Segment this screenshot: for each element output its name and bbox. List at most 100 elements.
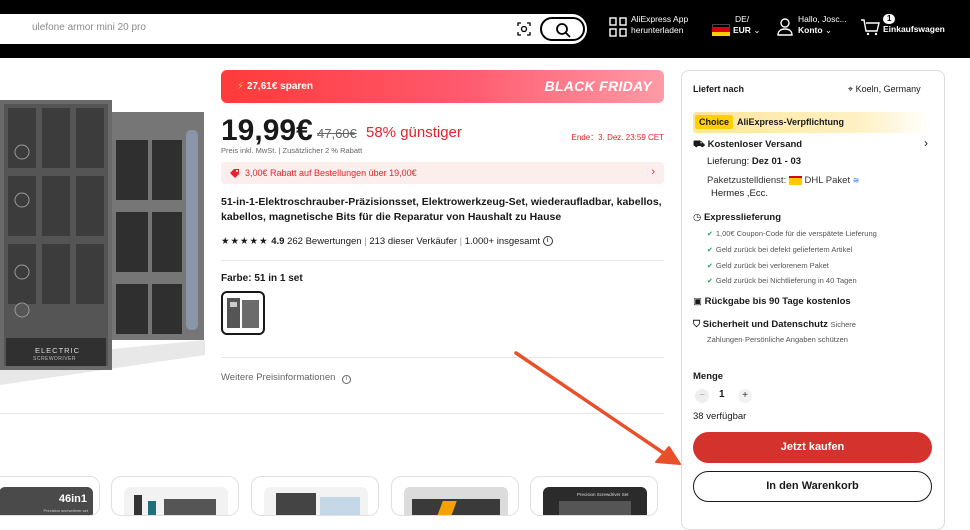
carrier-name: DHL Paket	[804, 175, 851, 186]
clock-icon: ◷	[693, 212, 702, 223]
discount-label: 58% günstiger	[366, 124, 462, 141]
reviews-link[interactable]: 262 Bewertungen	[287, 236, 361, 247]
black-friday-banner: ⚡ 27,61€ sparen BLACK FRIDAY	[221, 70, 664, 103]
color-label: Farbe: 51 in 1 set	[221, 273, 303, 284]
section-divider	[0, 413, 664, 414]
color-swatch-51-in-1[interactable]	[221, 291, 265, 335]
germany-flag-icon	[712, 24, 730, 36]
security-line-1: Sichere	[830, 320, 856, 329]
related-product-card[interactable]	[111, 476, 239, 516]
sale-end-time: Ende：3. Dez. 23:59 CET	[571, 133, 665, 142]
check-icon: ✔	[707, 247, 713, 254]
carrier-prefix: Paketzustelldienst:	[707, 175, 789, 186]
image-brand-subtext: SCREWDRIVER	[33, 356, 77, 362]
location-pin-icon: ⌖	[848, 84, 854, 94]
chevron-down-icon: ⌄	[753, 25, 761, 35]
rating-value: 4.9	[271, 236, 285, 247]
app-line-1: AliExpress App	[631, 14, 689, 24]
returns-title: Rückgabe bis 90 Tage kostenlos	[704, 296, 851, 307]
buy-now-button[interactable]: Jetzt kaufen	[693, 432, 932, 463]
dhl-logo-icon	[788, 175, 802, 185]
savings-text: 27,61€ sparen	[246, 81, 313, 92]
security-title: Sicherheit und Datenschutz	[702, 319, 828, 330]
cart-label: Einkaufswagen	[883, 24, 945, 34]
search-input[interactable]: ulefone armor mini 20 pro	[32, 22, 146, 33]
chevron-right-icon: ›	[924, 136, 928, 150]
sold-by-seller: 213 dieser Verkäufer	[369, 236, 457, 247]
info-icon[interactable]: i	[542, 236, 553, 247]
signal-icon: ≋	[852, 176, 860, 185]
search-bar: ulefone armor mini 20 pro	[0, 14, 587, 44]
delivery-dates: Dez 01 - 03	[751, 156, 802, 167]
current-price: 19,99€	[221, 114, 313, 147]
card-sublabel: Precision screwdriver set	[43, 508, 88, 513]
more-price-info-link[interactable]: Weitere Preisinformationen i	[221, 372, 352, 384]
sold-total: 1.000+ insgesamt	[464, 236, 541, 247]
product-title: 51-in-1-Elektroschrauber-Präzisionsset, …	[221, 196, 662, 223]
coupon-banner[interactable]: 3,00€ Rabatt auf Bestellungen über 19,00…	[221, 162, 664, 184]
locale-line-2: EUR	[733, 25, 751, 35]
account-label: Konto	[798, 25, 823, 35]
related-product-card[interactable]	[391, 476, 519, 516]
quantity-decrease-button[interactable]: −	[695, 389, 709, 403]
coupon-text: 3,00€ Rabatt auf Bestellungen über 19,00…	[245, 168, 417, 178]
lightning-icon: ⚡	[237, 81, 245, 92]
original-price: 47,60€	[317, 126, 357, 141]
check-icon: ✔	[707, 263, 713, 270]
choice-badge: Choice	[695, 115, 734, 129]
express-item: Geld zurück bei Nichtlieferung in 40 Tag…	[715, 276, 857, 285]
truck-icon: ⛟	[693, 139, 705, 150]
check-icon: ✔	[707, 231, 713, 238]
quantity-increase-button[interactable]: +	[738, 389, 752, 403]
more-price-info-label: Weitere Preisinformationen	[221, 372, 336, 383]
event-label: BLACK FRIDAY	[544, 78, 652, 94]
express-item: 1,00€ Coupon-Code für die verspätete Lie…	[715, 229, 877, 238]
locale-line-1: DE/	[735, 14, 750, 24]
available-stock: 38 verfügbar	[693, 411, 747, 422]
product-main-image[interactable]: ELECTRIC SCREWDRIVER	[0, 100, 205, 400]
info-icon: i	[342, 375, 352, 384]
quantity-value[interactable]: 1	[719, 389, 725, 400]
qr-code-icon	[609, 17, 627, 37]
divider	[221, 357, 664, 358]
express-item: Geld zurück bei defekt geliefertem Artik…	[715, 245, 853, 254]
ship-to-label: Liefert nach	[693, 84, 745, 94]
rating-row: ★★★★★ 4.9 262 Bewertungen | 213 dieser V…	[221, 236, 553, 247]
free-shipping-title: Kostenloser Versand	[707, 139, 803, 150]
related-product-card[interactable]: 46in1 Precision screwdriver set	[0, 476, 100, 516]
add-to-cart-button[interactable]: In den Warenkorb	[693, 471, 932, 502]
image-search-icon[interactable]	[517, 22, 531, 36]
quantity-label: Menge	[693, 371, 724, 382]
card-label: 46in1	[58, 493, 87, 505]
search-button[interactable]	[540, 17, 585, 41]
divider	[221, 260, 664, 261]
account-greeting: Hallo, Josc...	[798, 14, 847, 24]
card-label: Precision Screwdriver Set	[577, 492, 629, 497]
app-line-2: herunterladen	[631, 25, 684, 35]
ship-to-location-text: Koeln, Germany	[855, 84, 921, 94]
tax-note: Preis inkl. MwSt. | Zusätzlicher 2 % Rab…	[221, 146, 363, 155]
search-icon	[556, 23, 571, 38]
chevron-down-icon: ⌄	[824, 25, 833, 35]
ship-to-location[interactable]: ⌖ Koeln, Germany	[848, 84, 921, 95]
choice-commitment-text: AliExpress-Verpflichtung	[737, 117, 845, 127]
carrier-more: Hermes ,Ecc.	[711, 188, 769, 199]
cart-count-badge: 1	[883, 14, 896, 24]
chevron-right-icon: ›	[651, 166, 655, 178]
shield-icon: ⛉	[693, 319, 701, 330]
user-icon	[777, 18, 793, 36]
security-line-2: Zahlungen·Persönliche Angaben schützen	[707, 335, 848, 344]
delivery-prefix: Lieferung:	[707, 156, 752, 167]
express-title: Expresslieferung	[703, 212, 782, 223]
check-icon: ✔	[707, 278, 713, 285]
return-box-icon: ▣	[693, 296, 702, 307]
cart-icon	[861, 19, 880, 36]
top-navigation-bar: ulefone armor mini 20 pro AliExpress App…	[0, 0, 970, 58]
star-rating-icon: ★★★★★	[221, 236, 269, 247]
choice-commitment-bar: Choice AliExpress-Verpflichtung	[693, 112, 931, 133]
related-product-card[interactable]: Precision Screwdriver Set	[530, 476, 658, 516]
express-item: Geld zurück bei verlorenem Paket	[715, 261, 829, 270]
coupon-tag-icon	[230, 169, 239, 178]
image-brand-text: ELECTRIC	[35, 346, 81, 355]
related-product-card[interactable]	[251, 476, 379, 516]
